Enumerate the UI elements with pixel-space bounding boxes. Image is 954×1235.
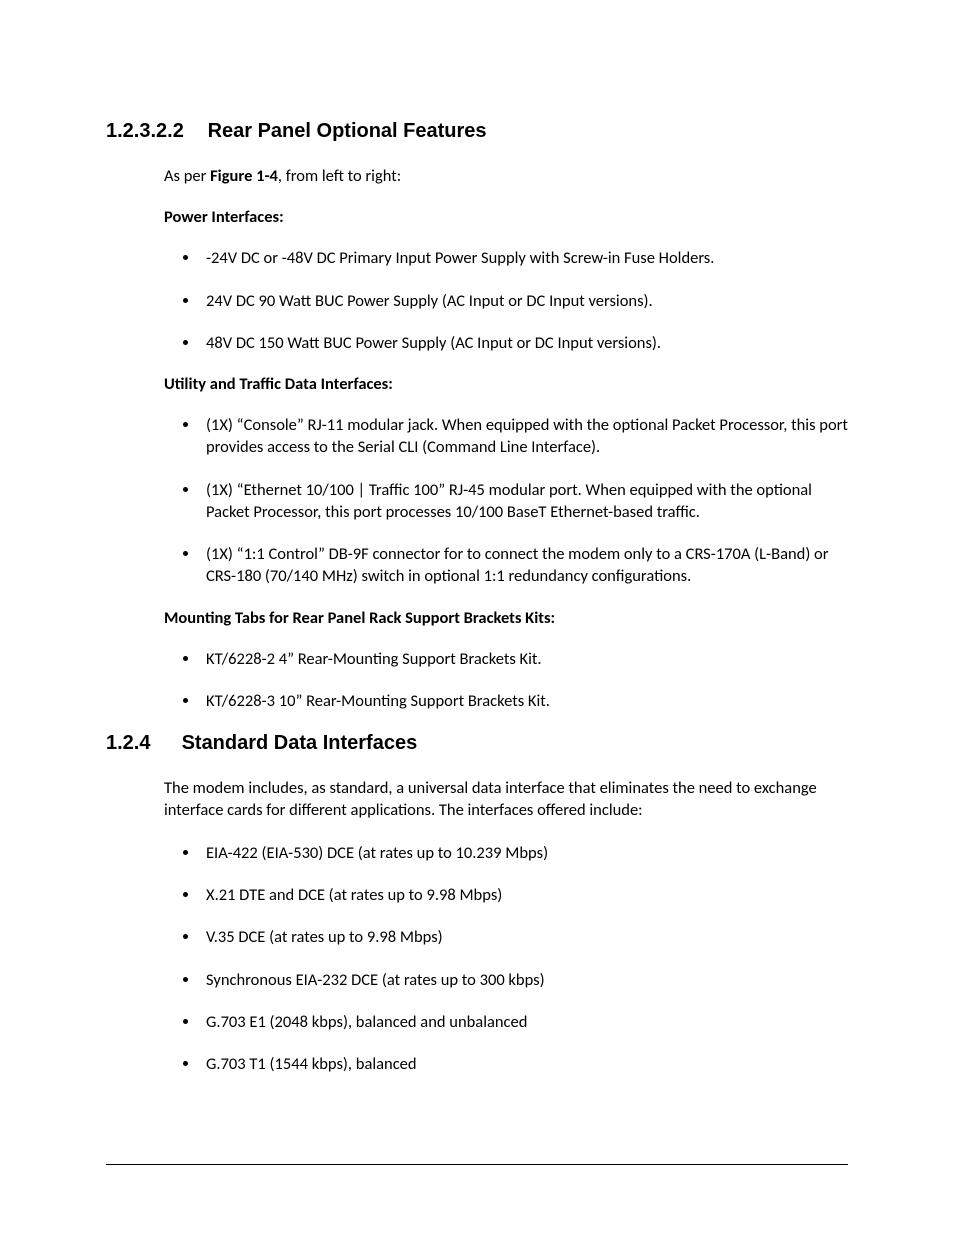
- section-intro: The modem includes, as standard, a unive…: [164, 777, 848, 822]
- list-item: (1X) “Console” RJ-11 modular jack. When …: [200, 414, 848, 459]
- bullet-list: EIA-422 (EIA-530) DCE (at rates up to 10…: [164, 842, 848, 1076]
- intro-prefix: As per: [164, 166, 210, 186]
- list-item: -24V DC or -48V DC Primary Input Power S…: [200, 247, 848, 269]
- list-item: (1X) “1:1 Control” DB-9F connector for t…: [200, 543, 848, 588]
- list-item: Synchronous EIA-232 DCE (at rates up to …: [200, 969, 848, 991]
- footer-rule: [106, 1164, 848, 1165]
- list-item: 48V DC 150 Watt BUC Power Supply (AC Inp…: [200, 332, 848, 354]
- list-item: KT/6228-2 4” Rear-Mounting Support Brack…: [200, 648, 848, 670]
- section-title: Rear Panel Optional Features: [208, 120, 487, 142]
- bullet-list: (1X) “Console” RJ-11 modular jack. When …: [164, 414, 848, 588]
- section-title: Standard Data Interfaces: [182, 732, 418, 754]
- group-heading: Utility and Traffic Data Interfaces:: [164, 374, 848, 394]
- intro-suffix: , from left to right:: [278, 166, 401, 186]
- list-item: EIA-422 (EIA-530) DCE (at rates up to 10…: [200, 842, 848, 864]
- section-heading: 1.2.3.2.2 Rear Panel Optional Features: [106, 120, 848, 143]
- list-item: (1X) “Ethernet 10/100 | Traffic 100” RJ-…: [200, 479, 848, 524]
- group-heading: Power Interfaces:: [164, 207, 848, 227]
- list-item: G.703 E1 (2048 kbps), balanced and unbal…: [200, 1011, 848, 1033]
- group-heading: Mounting Tabs for Rear Panel Rack Suppor…: [164, 608, 848, 628]
- section-heading: 1.2.4 Standard Data Interfaces: [106, 732, 848, 755]
- document-page: 1.2.3.2.2 Rear Panel Optional Features A…: [0, 0, 954, 1235]
- section-number: 1.2.3.2.2: [106, 120, 202, 143]
- bullet-list: -24V DC or -48V DC Primary Input Power S…: [164, 247, 848, 354]
- section-number: 1.2.4: [106, 732, 176, 755]
- list-item: KT/6228-3 10” Rear-Mounting Support Brac…: [200, 690, 848, 712]
- list-item: 24V DC 90 Watt BUC Power Supply (AC Inpu…: [200, 290, 848, 312]
- list-item: X.21 DTE and DCE (at rates up to 9.98 Mb…: [200, 884, 848, 906]
- section-intro: As per Figure 1-4, from left to right:: [164, 165, 848, 187]
- bullet-list: KT/6228-2 4” Rear-Mounting Support Brack…: [164, 648, 848, 713]
- list-item: V.35 DCE (at rates up to 9.98 Mbps): [200, 926, 848, 948]
- intro-figure-ref: Figure 1-4: [210, 166, 278, 186]
- list-item: G.703 T1 (1544 kbps), balanced: [200, 1053, 848, 1075]
